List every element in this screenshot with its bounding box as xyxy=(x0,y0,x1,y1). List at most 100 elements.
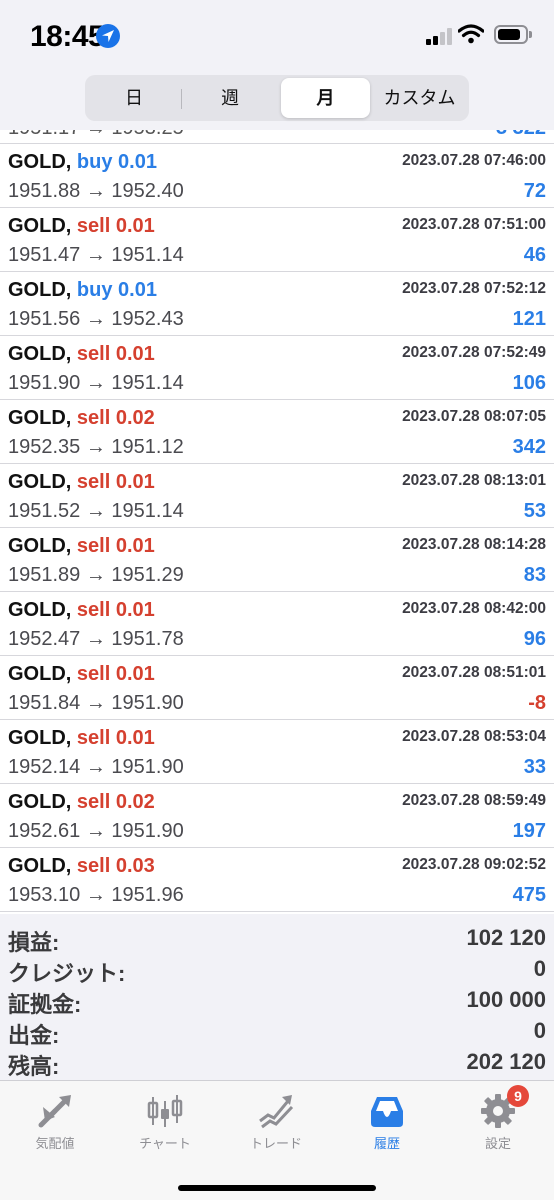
list-item[interactable]: GOLD, sell 0.02 2023.07.28 08:59:49 1952.6… xyxy=(0,784,554,848)
trade-time: 2023.07.28 08:59:49 xyxy=(402,792,546,809)
trade-symbol: GOLD, sell 0.01 xyxy=(8,215,155,238)
trade-symbol-name: GOLD, xyxy=(8,535,72,557)
trade-symbol-name: GOLD, xyxy=(8,727,72,749)
summary-value: 202 120 xyxy=(466,1049,546,1074)
trade-profit: 53 xyxy=(523,500,546,522)
list-item[interactable]: GOLD, sell 0.02 2023.07.28 08:07:05 1952.3… xyxy=(0,400,554,464)
summary-value: 0 xyxy=(533,956,546,981)
tab-label: 設定 xyxy=(484,1136,511,1151)
trade-prices: 1951.47 → 1951.14 xyxy=(8,244,184,266)
list-item[interactable]: GOLD, sell 0.01 2023.07.28 08:42:00 1952.4… xyxy=(0,592,554,656)
home-indicator[interactable] xyxy=(178,1185,376,1191)
trade-profit: 46 xyxy=(523,244,546,266)
segment-month[interactable]: 月 xyxy=(281,78,370,118)
trade-symbol: GOLD, sell 0.02 xyxy=(8,791,155,814)
tab-chart[interactable]: チャート xyxy=(110,1081,220,1161)
trade-time: 2023.07.28 07:51:00 xyxy=(402,216,546,233)
trade-history-list[interactable]: 1951.17 → 1953.25 3 322 GOLD, buy 0.01 20… xyxy=(0,130,554,914)
summary-row-credit: クレジット: 0 xyxy=(0,953,554,986)
trade-symbol: GOLD, buy 0.01 xyxy=(8,151,157,174)
trade-profit: 475 xyxy=(512,884,546,906)
trade-side: buy 0.01 xyxy=(76,151,157,173)
trade-symbol-name: GOLD, xyxy=(8,407,72,429)
trade-time: 2023.07.28 08:14:28 xyxy=(402,536,546,553)
summary-row-balance: 残高: 202 120 xyxy=(0,1046,554,1079)
trade-time: 2023.07.28 07:46:00 xyxy=(402,152,546,169)
segment-day[interactable]: 日 xyxy=(88,78,180,118)
trade-symbol-name: GOLD, xyxy=(8,471,72,493)
trade-prices: 1953.10 → 1951.96 xyxy=(8,884,184,906)
segment-custom[interactable]: カスタム xyxy=(373,78,466,118)
tab-history[interactable]: 履歴 xyxy=(332,1081,442,1161)
trade-side: sell 0.01 xyxy=(76,535,155,557)
trade-profit: 3 322 xyxy=(496,130,546,140)
tab-label: チャート xyxy=(139,1136,191,1151)
trade-prices: 1951.84 → 1951.90 xyxy=(8,692,184,714)
trade-symbol: GOLD, sell 0.03 xyxy=(8,855,155,878)
summary-row-deposit: 証拠金: 100 000 xyxy=(0,984,554,1017)
trade-time: 2023.07.28 09:02:52 xyxy=(402,856,546,873)
trade-side: buy 0.01 xyxy=(76,279,157,301)
tab-bar: 気配値 チャート トレード 履歴 9 設定 xyxy=(0,1080,554,1200)
trade-symbol-name: GOLD, xyxy=(8,855,72,877)
list-item-partial[interactable]: 1951.17 → 1953.25 3 322 xyxy=(0,130,554,144)
chart-icon xyxy=(147,1095,183,1127)
summary-row-withdrawal: 出金: 0 xyxy=(0,1015,554,1048)
trade-profit: 121 xyxy=(512,308,546,330)
list-item[interactable]: GOLD, sell 0.01 2023.07.28 08:13:01 1951.5… xyxy=(0,464,554,528)
segment-week[interactable]: 週 xyxy=(182,78,278,118)
trade-side: sell 0.01 xyxy=(76,599,155,621)
trade-prices: 1951.89 → 1951.29 xyxy=(8,564,184,586)
trade-profit: 106 xyxy=(512,372,546,394)
trade-prices: 1951.88 → 1952.40 xyxy=(8,180,184,202)
trade-time: 2023.07.28 08:51:01 xyxy=(402,664,546,681)
tab-label: トレード xyxy=(249,1136,302,1151)
trade-side: sell 0.02 xyxy=(76,407,155,429)
trade-profit: 96 xyxy=(523,628,546,650)
trade-side: sell 0.03 xyxy=(76,855,155,877)
period-segmented-control: 日 週 月 カスタム xyxy=(85,75,469,121)
list-item[interactable]: GOLD, buy 0.01 2023.07.28 07:46:00 1951.88… xyxy=(0,144,554,208)
tab-settings[interactable]: 9 設定 xyxy=(443,1081,553,1161)
trade-time: 2023.07.28 08:07:05 xyxy=(402,408,546,425)
list-item[interactable]: GOLD, sell 0.03 2023.07.28 09:02:52 1953.1… xyxy=(0,848,554,912)
battery-icon xyxy=(494,25,532,44)
tab-trade[interactable]: トレード xyxy=(221,1081,331,1161)
trade-symbol-name: GOLD, xyxy=(8,279,72,301)
trade-prices: 1952.47 → 1951.78 xyxy=(8,628,184,650)
tab-label: 履歴 xyxy=(373,1136,400,1151)
tab-quotes[interactable]: 気配値 xyxy=(0,1081,110,1161)
trade-prices: 1951.56 → 1952.43 xyxy=(8,308,184,330)
trade-prices: 1952.35 → 1951.12 xyxy=(8,436,184,458)
trade-profit: 342 xyxy=(512,436,546,458)
trade-symbol: GOLD, buy 0.01 xyxy=(8,279,157,302)
location-arrow-icon xyxy=(96,24,120,48)
period-header: 日 週 月 カスタム xyxy=(0,70,554,130)
trade-profit: 72 xyxy=(523,180,546,202)
trade-icon xyxy=(259,1095,294,1129)
list-item[interactable]: GOLD, sell 0.01 2023.07.28 08:53:04 1952.1… xyxy=(0,720,554,784)
trade-symbol-name: GOLD, xyxy=(8,151,72,173)
trade-prices: 1951.90 → 1951.14 xyxy=(8,372,184,394)
settings-badge: 9 xyxy=(507,1085,529,1107)
trade-side: sell 0.01 xyxy=(76,471,155,493)
trade-profit: 197 xyxy=(512,820,546,842)
cellular-signal-icon xyxy=(426,27,454,45)
trade-symbol: GOLD, sell 0.01 xyxy=(8,663,155,686)
list-item[interactable]: GOLD, sell 0.01 2023.07.28 08:14:28 1951.8… xyxy=(0,528,554,592)
history-icon xyxy=(371,1097,403,1127)
trade-symbol-name: GOLD, xyxy=(8,791,72,813)
trade-side: sell 0.01 xyxy=(76,343,155,365)
trade-symbol-name: GOLD, xyxy=(8,343,72,365)
list-item[interactable]: GOLD, buy 0.01 2023.07.28 07:52:12 1951.56… xyxy=(0,272,554,336)
list-item[interactable]: GOLD, sell 0.01 2023.07.28 08:51:01 1951.8… xyxy=(0,656,554,720)
trade-symbol-name: GOLD, xyxy=(8,663,72,685)
trade-symbol-name: GOLD, xyxy=(8,599,72,621)
list-item[interactable]: GOLD, sell 0.01 2023.07.28 07:51:00 1951.4… xyxy=(0,208,554,272)
list-item[interactable]: GOLD, sell 0.01 2023.07.28 07:52:49 1951.9… xyxy=(0,336,554,400)
wifi-icon xyxy=(458,24,484,44)
trade-prices: 1952.61 → 1951.90 xyxy=(8,820,184,842)
trade-time: 2023.07.28 08:42:00 xyxy=(402,600,546,617)
summary-value: 0 xyxy=(533,1018,546,1043)
trade-time: 2023.07.28 07:52:12 xyxy=(402,280,546,297)
